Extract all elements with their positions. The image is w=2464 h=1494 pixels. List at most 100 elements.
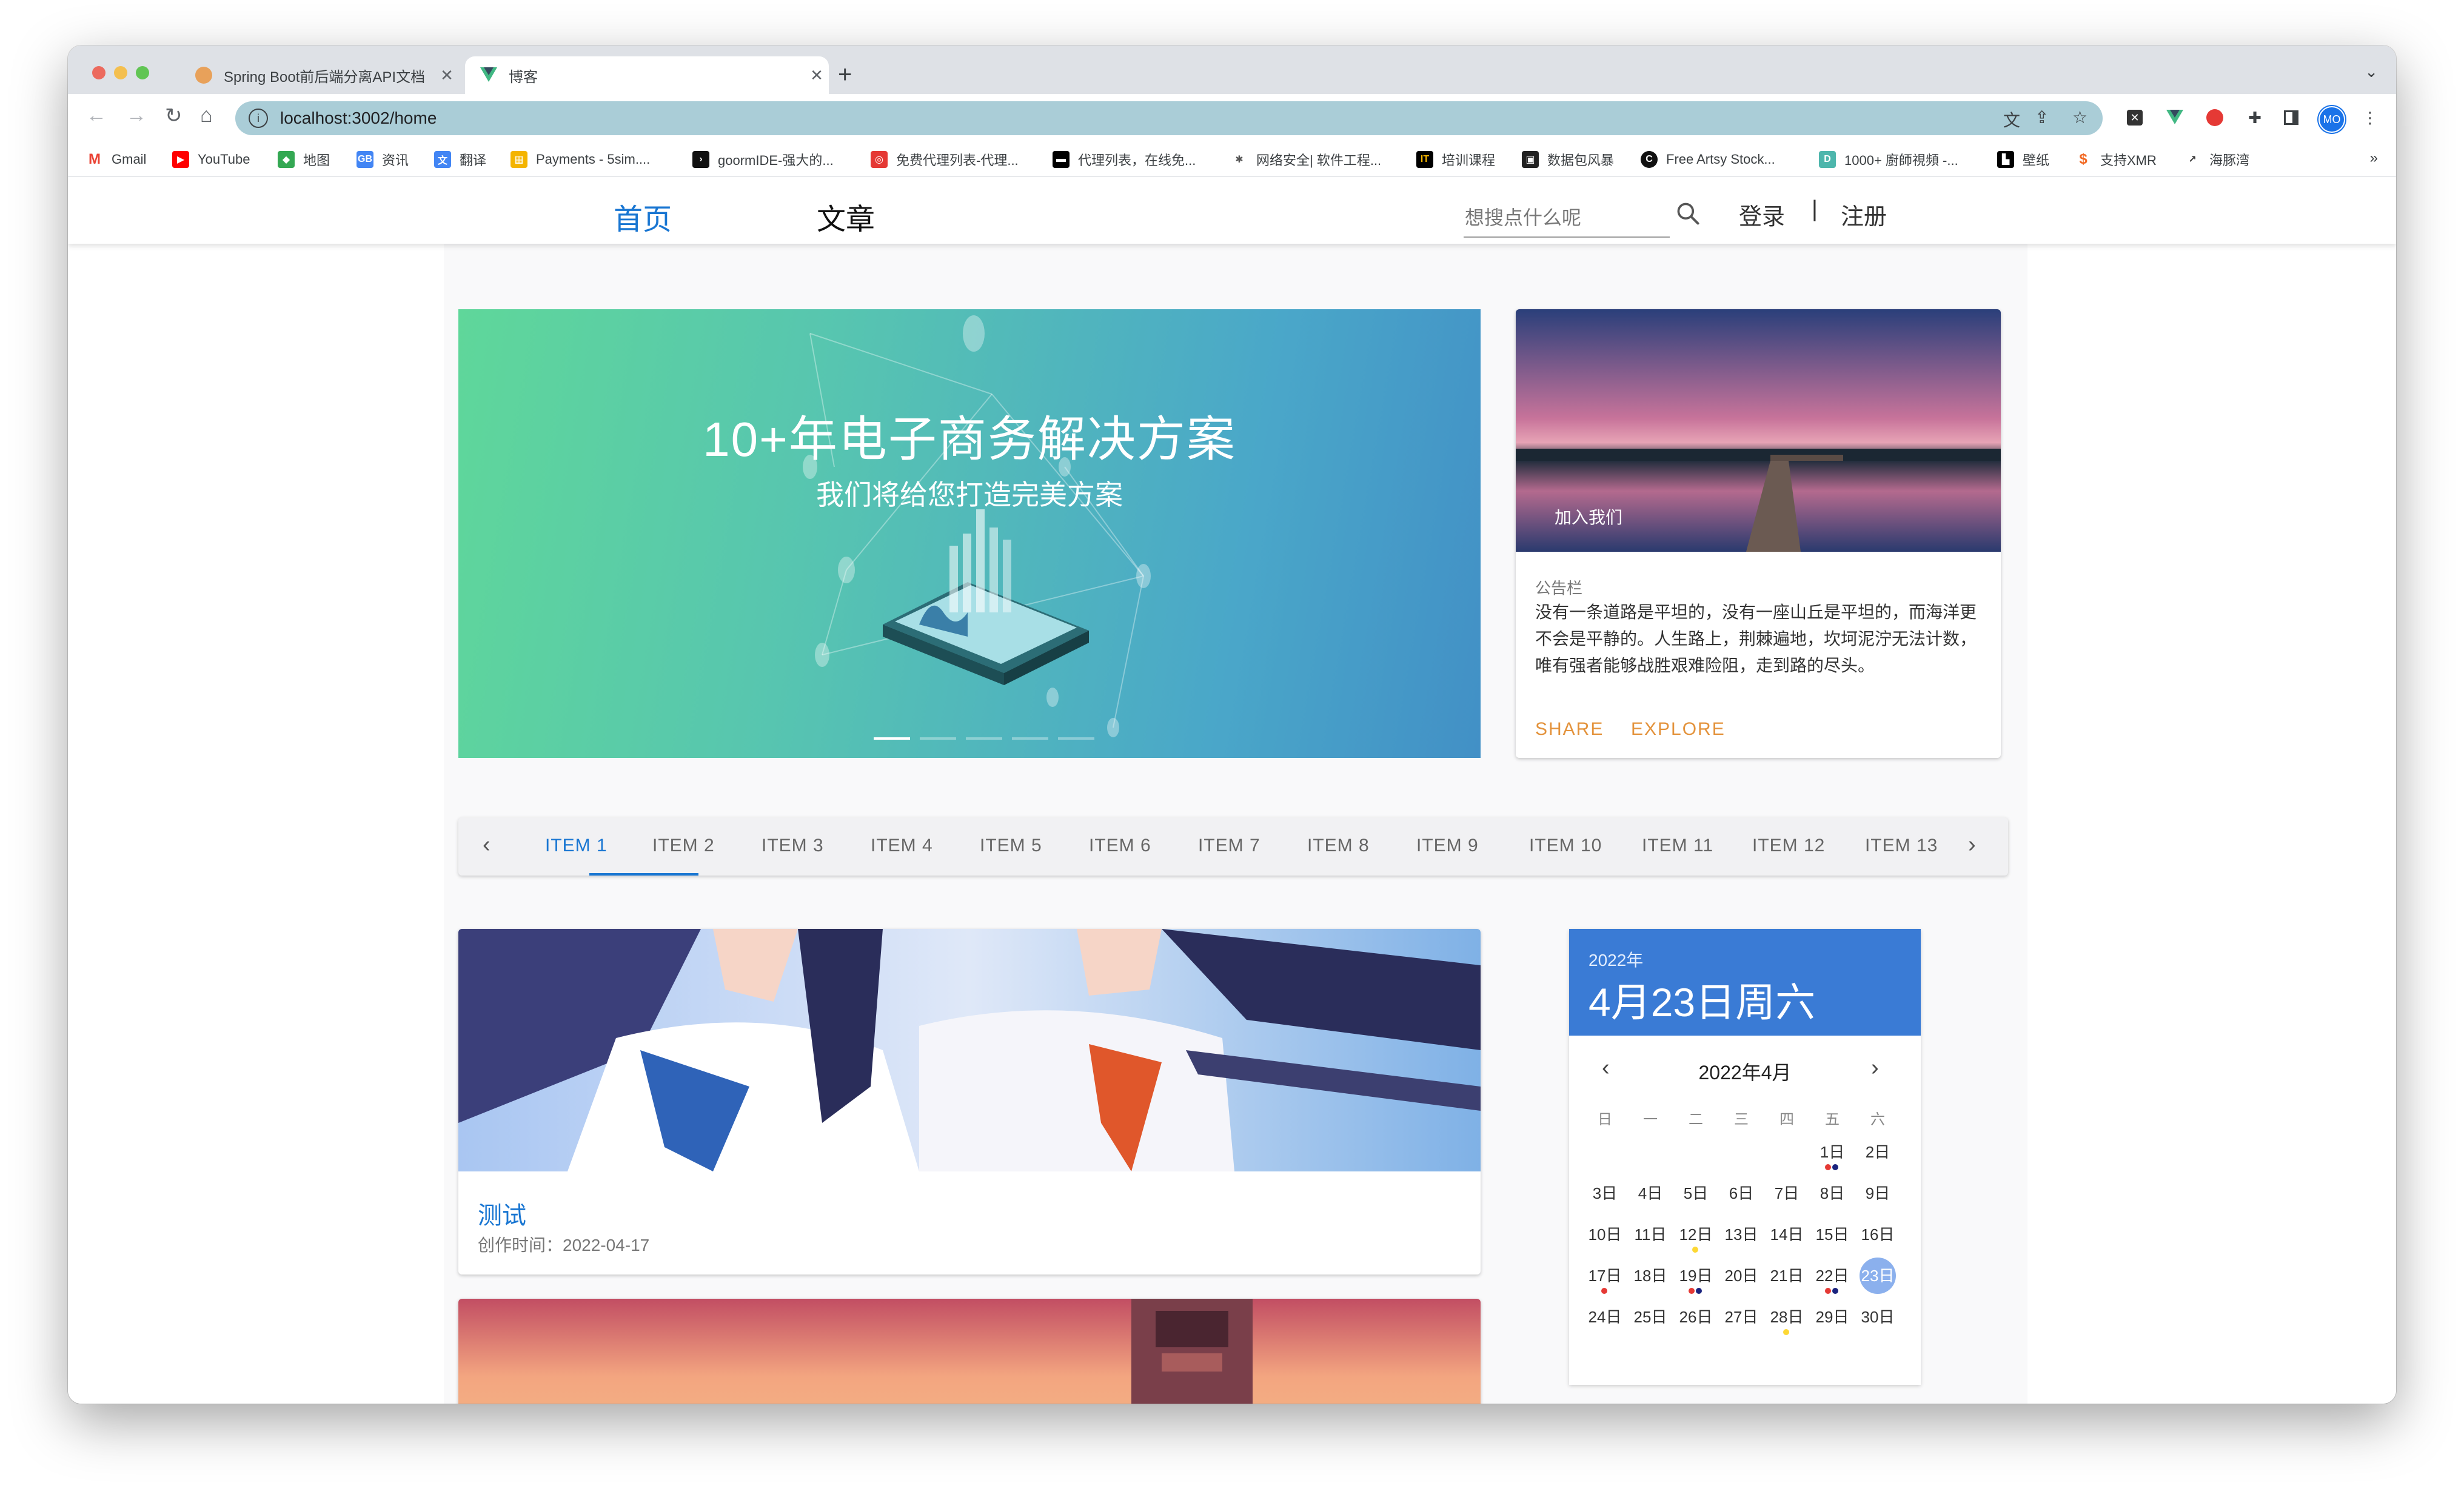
- bookmark-news[interactable]: GB 资讯: [357, 150, 409, 169]
- calendar-day[interactable]: 13日: [1719, 1216, 1764, 1253]
- minimize-window-button[interactable]: [114, 66, 127, 79]
- bookmark-payments[interactable]: ▦ Payments - 5sim....: [511, 150, 650, 169]
- calendar-year[interactable]: 2022年: [1589, 947, 1643, 971]
- bookmark-chef-videos[interactable]: D 1000+ 廚師視頻 -...: [1819, 150, 1958, 169]
- carousel-dot[interactable]: [1058, 737, 1094, 740]
- tab-item-12[interactable]: ITEM 12: [1752, 836, 1825, 856]
- search-icon[interactable]: [1675, 200, 1701, 227]
- more-bookmarks-icon[interactable]: »: [2370, 150, 2378, 167]
- bookmark-xmr[interactable]: $ 支持XMR: [2075, 150, 2157, 169]
- reload-icon[interactable]: ↻: [165, 104, 182, 128]
- calendar-day[interactable]: 21日: [1764, 1258, 1809, 1294]
- calendar-day[interactable]: 24日: [1582, 1299, 1627, 1335]
- profile-avatar[interactable]: MO: [2318, 106, 2345, 133]
- calendar-day[interactable]: 30日: [1855, 1299, 1900, 1335]
- calendar-day[interactable]: 11日: [1628, 1216, 1673, 1253]
- home-icon[interactable]: ⌂: [200, 104, 213, 127]
- post-card[interactable]: [458, 1299, 1481, 1404]
- next-month-chevron-icon[interactable]: ›: [1871, 1055, 1879, 1081]
- carousel-dot[interactable]: [1012, 737, 1048, 740]
- calendar-day[interactable]: 25日: [1628, 1299, 1673, 1335]
- site-info-icon[interactable]: i: [249, 109, 268, 128]
- bookmark-packet-storm[interactable]: ▣ 数据包风暴: [1522, 150, 1614, 169]
- calendar-day[interactable]: 27日: [1719, 1299, 1764, 1335]
- tab-item-6[interactable]: ITEM 6: [1089, 836, 1151, 856]
- calendar-day[interactable]: 3日: [1582, 1175, 1627, 1211]
- search-input[interactable]: [1464, 199, 1670, 238]
- side-panel-icon[interactable]: [2281, 107, 2302, 128]
- explore-button[interactable]: EXPLORE: [1631, 719, 1726, 740]
- extension-red-icon[interactable]: [2205, 107, 2225, 128]
- bookmark-maps[interactable]: ◆ 地图: [278, 150, 330, 169]
- close-window-button[interactable]: [92, 66, 105, 79]
- bookmark-star-icon[interactable]: ☆: [2072, 107, 2087, 127]
- share-icon[interactable]: ⇪: [2035, 107, 2049, 127]
- calendar-day[interactable]: 20日: [1719, 1258, 1764, 1294]
- bookmark-artsy-stock[interactable]: C Free Artsy Stock...: [1641, 150, 1775, 169]
- extensions-puzzle-icon[interactable]: ✚: [2245, 107, 2265, 128]
- forward-arrow-icon[interactable]: →: [126, 104, 147, 127]
- address-bar[interactable]: i localhost:3002/home 文 ⇪ ☆: [235, 101, 2103, 135]
- bookmark-goormide[interactable]: › goormIDE-强大的...: [692, 150, 834, 169]
- calendar-day[interactable]: 15日: [1810, 1216, 1855, 1253]
- bookmark-wallpaper[interactable]: ▙ 壁纸: [1997, 150, 2049, 169]
- tab-item-11[interactable]: ITEM 11: [1642, 836, 1713, 856]
- calendar-day[interactable]: 10日: [1582, 1216, 1627, 1253]
- calendar-day[interactable]: 18日: [1628, 1258, 1673, 1294]
- new-tab-icon[interactable]: +: [838, 61, 852, 89]
- bookmark-dolphin-bay[interactable]: ↗ 海豚湾: [2184, 150, 2249, 169]
- bookmark-translate[interactable]: 文翻译: [434, 150, 486, 169]
- calendar-day[interactable]: 4日: [1628, 1175, 1673, 1211]
- calendar-day[interactable]: 9日: [1855, 1175, 1900, 1211]
- carousel-dot[interactable]: [920, 737, 956, 740]
- calendar-day[interactable]: 5日: [1673, 1175, 1718, 1211]
- menu-kebab-icon[interactable]: ⋮: [2360, 107, 2380, 128]
- nav-article-link[interactable]: 文章: [817, 195, 875, 238]
- bookmark-training[interactable]: IT 培训课程: [1416, 150, 1495, 169]
- calendar-day[interactable]: 7日: [1764, 1175, 1809, 1211]
- tab-item-1[interactable]: ITEM 1: [545, 836, 608, 856]
- back-arrow-icon[interactable]: ←: [86, 104, 107, 127]
- bookmark-youtube[interactable]: ▶ YouTube: [172, 150, 250, 169]
- maximize-window-button[interactable]: [136, 66, 149, 79]
- calendar-day[interactable]: 2日: [1855, 1134, 1900, 1170]
- nav-home-link[interactable]: 首页: [614, 195, 672, 238]
- tab-item-7[interactable]: ITEM 7: [1198, 836, 1260, 856]
- extension-x-icon[interactable]: ✕: [2124, 107, 2145, 128]
- calendar-day[interactable]: 14日: [1764, 1216, 1809, 1253]
- carousel-dot[interactable]: [874, 737, 910, 740]
- calendar-day[interactable]: 8日: [1810, 1175, 1855, 1211]
- tab-item-9[interactable]: ITEM 9: [1416, 836, 1479, 856]
- tab-search-chevron-icon[interactable]: ⌄: [2365, 62, 2378, 81]
- close-tab-icon[interactable]: ✕: [805, 66, 829, 85]
- calendar-day[interactable]: 6日: [1719, 1175, 1764, 1211]
- browser-tab-api-docs[interactable]: Spring Boot前后端分离API文档 ✕: [180, 56, 459, 94]
- bookmark-security[interactable]: ✱ 网络安全| 软件工程...: [1231, 150, 1381, 169]
- share-button[interactable]: SHARE: [1535, 719, 1604, 740]
- translate-icon[interactable]: 文: [2003, 107, 2020, 132]
- bookmark-proxy-list[interactable]: ◎ 免费代理列表-代理...: [871, 150, 1019, 169]
- post-title[interactable]: 测试: [478, 1196, 526, 1231]
- login-link[interactable]: 登录: [1739, 198, 1785, 231]
- calendar-day[interactable]: 26日: [1673, 1299, 1718, 1335]
- tab-item-5[interactable]: ITEM 5: [980, 836, 1042, 856]
- tab-item-3[interactable]: ITEM 3: [762, 836, 824, 856]
- calendar-day[interactable]: 23日: [1860, 1258, 1896, 1294]
- calendar-day[interactable]: 29日: [1810, 1299, 1855, 1335]
- tab-item-10[interactable]: ITEM 10: [1529, 836, 1602, 856]
- tab-item-2[interactable]: ITEM 2: [652, 836, 715, 856]
- close-tab-icon[interactable]: ✕: [435, 66, 459, 85]
- bookmark-proxy-online[interactable]: ▬ 代理列表，在线免...: [1053, 150, 1196, 169]
- calendar-day[interactable]: 16日: [1855, 1216, 1900, 1253]
- tabs-next-chevron-icon[interactable]: ›: [1968, 832, 1976, 858]
- bookmark-gmail[interactable]: M Gmail: [86, 150, 146, 169]
- post-card[interactable]: 测试 创作时间：2022-04-17: [458, 929, 1481, 1275]
- tab-item-13[interactable]: ITEM 13: [1865, 836, 1938, 856]
- tab-item-4[interactable]: ITEM 4: [871, 836, 933, 856]
- tabs-prev-chevron-icon[interactable]: ‹: [483, 832, 490, 858]
- browser-tab-blog[interactable]: 博客 ✕: [465, 56, 829, 94]
- tab-item-8[interactable]: ITEM 8: [1307, 836, 1370, 856]
- hero-carousel[interactable]: 10+年电子商务解决方案 我们将给您打造完美方案: [458, 309, 1481, 758]
- carousel-dot[interactable]: [966, 737, 1002, 740]
- vue-devtools-icon[interactable]: [2164, 107, 2185, 128]
